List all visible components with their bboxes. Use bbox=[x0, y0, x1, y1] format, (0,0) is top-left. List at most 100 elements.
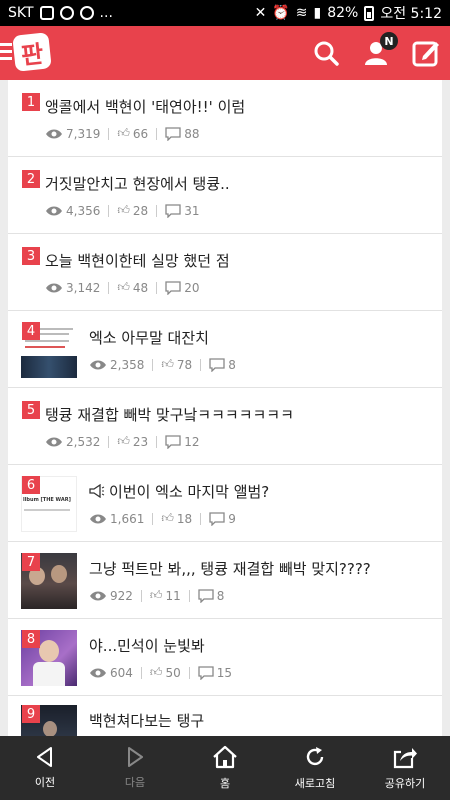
post-title[interactable]: 이번이 엑소 마지막 앨범? bbox=[109, 481, 269, 502]
wifi-icon: ≋ bbox=[295, 5, 308, 21]
alarm-icon: ⏰ bbox=[272, 5, 290, 21]
post-meta: 604 👍︎ 50 15 bbox=[89, 665, 232, 680]
eye-icon bbox=[90, 668, 106, 677]
list-item[interactable]: llbum [THE WAR] 6 이번이 엑소 마지막 앨범? 1,661 👍… bbox=[8, 465, 442, 542]
mute-icon: ✕ bbox=[254, 5, 267, 21]
comment-icon bbox=[165, 280, 181, 295]
cookie-notification-icon bbox=[59, 6, 74, 20]
rank-badge: 1 bbox=[22, 93, 40, 111]
like-count: 66 bbox=[132, 126, 149, 141]
next-label: 다음 bbox=[124, 776, 146, 789]
rank-badge: 4 bbox=[22, 322, 40, 340]
post-title[interactable]: 그냥 퍽트만 봐,,, 탱큥 재결합 빼박 맞지???? bbox=[89, 558, 371, 579]
like-icon: 👍︎ bbox=[117, 126, 130, 140]
carrier-label: SKT bbox=[8, 5, 34, 21]
comment-count: 8 bbox=[228, 357, 236, 372]
home-label: 홈 bbox=[219, 777, 231, 790]
signal-icon: ▮ bbox=[313, 5, 322, 21]
my-page-button[interactable]: N bbox=[362, 32, 398, 67]
post-title[interactable]: 엑소 아무말 대잔치 bbox=[89, 327, 209, 348]
like-count: 23 bbox=[132, 434, 149, 449]
like-icon: 👍︎ bbox=[117, 280, 130, 294]
rank-badge: 5 bbox=[22, 401, 40, 419]
eye-icon bbox=[46, 283, 62, 292]
more-notifications-icon: ... bbox=[99, 5, 113, 21]
like-count: 48 bbox=[132, 280, 149, 295]
view-count: 3,142 bbox=[66, 280, 101, 295]
next-button[interactable]: 다음 bbox=[90, 736, 180, 800]
share-button[interactable]: 공유하기 bbox=[360, 736, 450, 800]
comment-count: 15 bbox=[216, 665, 233, 680]
eye-icon bbox=[90, 514, 106, 523]
home-button[interactable]: 홈 bbox=[180, 736, 270, 800]
forward-arrow-icon bbox=[128, 747, 143, 767]
view-count: 7,319 bbox=[66, 126, 101, 141]
clock: 오전 5:12 bbox=[380, 6, 442, 22]
list-item[interactable]: 7 그냥 퍽트만 봐,,, 탱큥 재결합 빼박 맞지???? 922 👍︎ 11 … bbox=[8, 542, 442, 619]
eye-icon bbox=[46, 129, 62, 138]
rank-badge: 9 bbox=[22, 705, 40, 723]
rank-badge: 2 bbox=[22, 170, 40, 188]
post-title[interactable]: 앵콜에서 백현이 '태연아!!' 이럼 bbox=[45, 96, 245, 117]
refresh-label: 새로고침 bbox=[294, 777, 336, 790]
bottom-navigation: 이전 다음 홈 새로고침 공유하기 bbox=[0, 736, 450, 800]
back-arrow-icon bbox=[37, 747, 52, 767]
status-bar: SKT ... ✕ ⏰ ≋ ▮ 82% 오전 5:12 bbox=[0, 0, 450, 26]
post-meta: 2,358 👍︎ 78 8 bbox=[89, 357, 236, 372]
post-title[interactable]: 야...민석이 눈빛봐 bbox=[89, 635, 205, 656]
comment-count: 31 bbox=[184, 203, 200, 218]
post-meta: 4,356 👍︎ 28 31 bbox=[45, 203, 199, 218]
post-meta: 1,661 👍︎ 18 9 bbox=[89, 511, 236, 526]
post-title[interactable]: 탱큥 재결합 빼박 맞구낰ㅋㅋㅋㅋㅋㅋㅋ bbox=[45, 404, 294, 425]
refresh-icon bbox=[306, 747, 324, 766]
view-count: 604 bbox=[110, 665, 133, 680]
rank-badge: 3 bbox=[22, 247, 40, 265]
list-item[interactable]: 3 오늘 백현이한테 실망 했던 점 3,142 👍︎ 48 20 bbox=[8, 234, 442, 311]
character-notification-icon bbox=[79, 6, 94, 20]
eye-icon bbox=[46, 206, 62, 215]
rank-badge: 6 bbox=[22, 476, 40, 494]
comment-icon bbox=[198, 588, 214, 603]
home-icon bbox=[213, 745, 237, 769]
like-count: 28 bbox=[132, 203, 149, 218]
post-title[interactable]: 거짓말안치고 현장에서 탱큥.. bbox=[45, 173, 230, 194]
list-item[interactable]: 8 야...민석이 눈빛봐 604 👍︎ 50 15 bbox=[8, 619, 442, 696]
search-button[interactable] bbox=[312, 39, 340, 67]
comment-icon bbox=[198, 665, 214, 680]
rank-badge: 7 bbox=[22, 553, 40, 571]
share-icon bbox=[393, 748, 417, 769]
app-header: 판 N bbox=[0, 26, 450, 80]
post-title[interactable]: 오늘 백현이한테 실망 했던 점 bbox=[45, 250, 230, 271]
app-notification-icon bbox=[39, 6, 54, 20]
comment-count: 88 bbox=[184, 126, 200, 141]
view-count: 922 bbox=[110, 588, 133, 603]
like-count: 18 bbox=[176, 511, 193, 526]
comment-icon bbox=[165, 126, 181, 141]
thumbnail-caption: llbum [THE WAR] bbox=[23, 497, 71, 503]
menu-icon[interactable] bbox=[0, 43, 12, 63]
comment-icon bbox=[165, 434, 181, 449]
eye-icon bbox=[90, 591, 106, 600]
post-meta: 7,319 👍︎ 66 88 bbox=[45, 126, 199, 141]
list-item[interactable]: 5 탱큥 재결합 빼박 맞구낰ㅋㅋㅋㅋㅋㅋㅋ 2,532 👍︎ 23 12 bbox=[8, 388, 442, 465]
list-item[interactable]: 1 앵콜에서 백현이 '태연아!!' 이럼 7,319 👍︎ 66 88 bbox=[8, 80, 442, 157]
post-meta: 922 👍︎ 11 8 bbox=[89, 588, 224, 603]
pann-logo[interactable]: 판 bbox=[12, 32, 52, 72]
write-button[interactable] bbox=[412, 39, 440, 67]
list-item[interactable]: 9 백현쳐다보는 탱구 bbox=[8, 696, 442, 736]
refresh-button[interactable]: 새로고침 bbox=[270, 736, 360, 800]
prev-button[interactable]: 이전 bbox=[0, 736, 90, 800]
view-count: 1,661 bbox=[110, 511, 145, 526]
list-item[interactable]: 2 거짓말안치고 현장에서 탱큥.. 4,356 👍︎ 28 31 bbox=[8, 157, 442, 234]
list-item[interactable]: 4 엑소 아무말 대잔치 2,358 👍︎ 78 8 bbox=[8, 311, 442, 388]
eye-icon bbox=[46, 437, 62, 446]
comment-icon bbox=[209, 357, 225, 372]
like-count: 11 bbox=[165, 588, 181, 603]
like-icon: 👍︎ bbox=[161, 357, 174, 371]
like-icon: 👍︎ bbox=[149, 588, 163, 602]
view-count: 4,356 bbox=[66, 203, 101, 218]
like-count: 50 bbox=[165, 665, 181, 680]
post-meta: 2,532 👍︎ 23 12 bbox=[45, 434, 199, 449]
post-meta: 3,142 👍︎ 48 20 bbox=[45, 280, 199, 295]
post-title[interactable]: 백현쳐다보는 탱구 bbox=[89, 710, 204, 731]
